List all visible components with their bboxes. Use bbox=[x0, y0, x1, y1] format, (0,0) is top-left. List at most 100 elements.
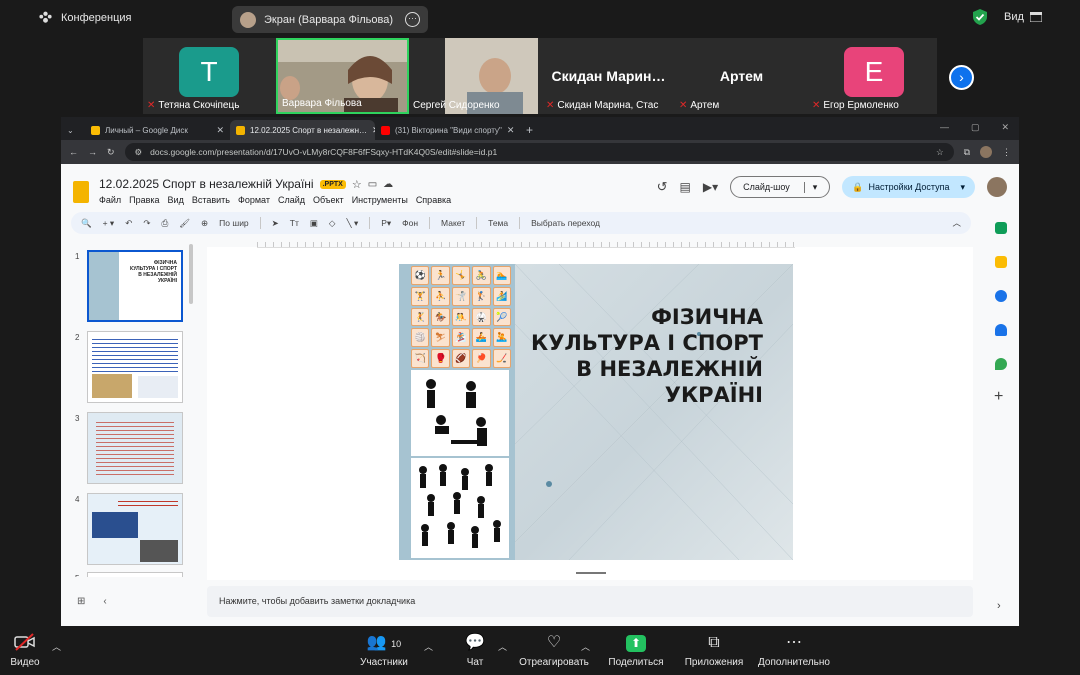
search-icon[interactable]: 🔍 bbox=[81, 218, 92, 229]
document-title[interactable]: 12.02.2025 Спорт в незалежній Україні bbox=[99, 177, 314, 191]
layout-button[interactable]: Макет bbox=[441, 218, 465, 228]
keep-icon[interactable] bbox=[995, 256, 1007, 268]
meeting-menu[interactable]: Конференция bbox=[38, 10, 131, 25]
apps-button[interactable]: ⧉ Приложения bbox=[682, 633, 746, 668]
menu-slide[interactable]: Слайд bbox=[278, 195, 305, 205]
notes-resize-handle[interactable] bbox=[576, 572, 606, 574]
menu-view[interactable]: Вид bbox=[168, 195, 184, 205]
tab-slides[interactable]: 12.02.2025 Спорт в незалежн…✕ bbox=[230, 120, 375, 140]
more-icon[interactable]: ··· bbox=[405, 12, 420, 27]
avatar[interactable] bbox=[987, 177, 1007, 197]
menu-format[interactable]: Формат bbox=[238, 195, 270, 205]
screen-share-indicator[interactable]: Экран (Варвара Фільова) ··· bbox=[232, 6, 428, 33]
text-box-icon[interactable]: Tт bbox=[290, 218, 299, 228]
select-cursor-icon[interactable]: ➤ bbox=[272, 218, 279, 229]
format-paint-icon[interactable]: P▾ bbox=[381, 218, 391, 229]
forward-icon[interactable]: → bbox=[88, 147, 97, 157]
chevron-up-icon[interactable]: ︿ bbox=[498, 640, 507, 653]
menu-tools[interactable]: Инструменты bbox=[352, 195, 408, 205]
share-screen-button[interactable]: ⬆ Поделиться bbox=[604, 633, 668, 668]
print-icon[interactable]: ⎙ bbox=[161, 218, 168, 229]
maximize-icon[interactable]: ▢ bbox=[971, 122, 980, 133]
current-slide[interactable]: ⚽ 🏃 🤸 🚴 🏊 🏋 ⛹ 🤺 🏌 🏄 🤾 🏇 🤼 🥋 🎾 🏐 ⛷ 🏂 🚣 🤽 🏹 🥊 🏈 🏓 🏒 bbox=[399, 264, 793, 560]
share-access-button[interactable]: 🔒 Настройки Доступа ▾ bbox=[842, 176, 975, 198]
close-window-icon[interactable]: ✕ bbox=[1001, 122, 1009, 133]
transition-button[interactable]: Выбрать переход bbox=[531, 218, 600, 228]
extensions-icon[interactable]: ⧉ bbox=[964, 147, 970, 158]
filmstrip-scrollbar[interactable] bbox=[189, 244, 193, 304]
grid-view-icon[interactable]: ⊞ bbox=[77, 596, 85, 607]
profile-icon[interactable] bbox=[980, 146, 992, 158]
redo-icon[interactable]: ↷ bbox=[143, 218, 150, 229]
speaker-notes-field[interactable]: Нажмите, чтобы добавить заметки докладчи… bbox=[207, 586, 973, 617]
shield-check-icon[interactable] bbox=[973, 9, 987, 25]
undo-icon[interactable]: ↶ bbox=[125, 218, 132, 229]
slides-logo-icon[interactable] bbox=[73, 181, 89, 203]
tab-search-icon[interactable]: ⌄ bbox=[61, 120, 85, 140]
chevron-up-icon[interactable]: ︿ bbox=[52, 640, 61, 653]
menu-object[interactable]: Объект bbox=[313, 195, 344, 205]
zoom-icon[interactable]: ⊕ bbox=[201, 218, 208, 229]
add-icon[interactable]: + ▾ bbox=[103, 218, 115, 229]
slide-thumbnail[interactable] bbox=[87, 412, 183, 484]
participant-tile[interactable]: T ✕ Тетяна Скочіпець bbox=[143, 38, 276, 114]
minimize-icon[interactable]: — bbox=[940, 122, 949, 133]
bookmark-star-icon[interactable]: ☆ bbox=[936, 147, 944, 158]
tab-google-drive[interactable]: Личный – Google Диск ✕ bbox=[85, 120, 230, 140]
next-page-icon[interactable]: › bbox=[949, 65, 974, 90]
menu-insert[interactable]: Вставить bbox=[192, 195, 230, 205]
chevron-down-icon[interactable]: ▾ bbox=[803, 181, 817, 193]
expand-panel-icon[interactable]: › bbox=[997, 600, 1001, 612]
zoom-select[interactable]: По шир bbox=[219, 218, 249, 228]
background-button[interactable]: Фон bbox=[402, 218, 418, 228]
slide-thumbnail[interactable] bbox=[87, 572, 183, 577]
star-icon[interactable]: ☆ bbox=[352, 178, 362, 191]
collapse-toolbar-icon[interactable]: ︿ bbox=[952, 217, 961, 229]
menu-icon[interactable]: ⋮ bbox=[1002, 147, 1011, 158]
participants-button[interactable]: 👥 10 Участники bbox=[356, 633, 412, 668]
more-button[interactable]: ⋯ Дополнительно bbox=[754, 633, 834, 668]
collapse-filmstrip-icon[interactable]: ‹ bbox=[103, 596, 106, 607]
close-icon[interactable]: ✕ bbox=[216, 125, 224, 136]
slide-title[interactable]: ФІЗИЧНА КУЛЬТУРА І СПОРТ В НЕЗАЛЕЖНІЙ УК… bbox=[531, 304, 763, 408]
theme-button[interactable]: Тема bbox=[488, 218, 508, 228]
tasks-icon[interactable] bbox=[995, 290, 1007, 302]
meet-icon[interactable]: ▶▾ bbox=[703, 180, 718, 194]
shape-icon[interactable]: ◇ bbox=[329, 218, 336, 229]
slide-thumbnail[interactable]: ФІЗИЧНА КУЛЬТУРА І СПОРТ В НЕЗАЛЕЖНІЙ УКРАЇ… bbox=[87, 250, 183, 322]
maps-icon[interactable] bbox=[995, 358, 1007, 370]
slide-thumbnail[interactable] bbox=[87, 331, 183, 403]
comments-icon[interactable]: ▤ bbox=[680, 180, 691, 194]
view-button[interactable]: Вид bbox=[1004, 11, 1042, 23]
menu-file[interactable]: Файл bbox=[99, 195, 121, 205]
contacts-icon[interactable] bbox=[995, 324, 1007, 336]
reload-icon[interactable]: ↻ bbox=[107, 147, 115, 158]
video-button[interactable]: Видео bbox=[10, 633, 40, 668]
history-icon[interactable]: ↺ bbox=[657, 179, 668, 195]
tab-youtube[interactable]: (31) Вікторина "Види спорту" ✕ bbox=[375, 120, 520, 140]
move-icon[interactable]: ▭ bbox=[368, 179, 377, 190]
back-icon[interactable]: ← bbox=[69, 147, 78, 157]
chevron-up-icon[interactable]: ︿ bbox=[424, 640, 433, 653]
new-tab-icon[interactable]: + bbox=[520, 120, 544, 140]
chevron-up-icon[interactable]: ︿ bbox=[581, 640, 590, 653]
paint-format-icon[interactable]: 🖌 bbox=[179, 218, 190, 229]
menu-help[interactable]: Справка bbox=[416, 195, 451, 205]
participant-tile[interactable]: Артем ✕ Артем bbox=[675, 38, 808, 114]
site-info-icon[interactable]: ⚙ bbox=[135, 147, 143, 158]
image-icon[interactable]: ▣ bbox=[310, 218, 318, 229]
slideshow-button[interactable]: Слайд-шоу ▾ bbox=[730, 176, 831, 198]
participant-tile[interactable]: Сергей Сидоренко bbox=[409, 38, 542, 114]
slide-thumbnail[interactable] bbox=[87, 493, 183, 565]
add-addon-icon[interactable]: + bbox=[994, 388, 1003, 406]
sheets-icon[interactable] bbox=[995, 222, 1007, 234]
menu-edit[interactable]: Правка bbox=[129, 195, 159, 205]
chevron-down-icon[interactable]: ▾ bbox=[960, 182, 965, 193]
url-input[interactable]: ⚙ docs.google.com/presentation/d/17UvO-v… bbox=[124, 143, 954, 161]
chat-button[interactable]: 💬 Чат bbox=[462, 633, 488, 668]
close-icon[interactable]: ✕ bbox=[507, 125, 515, 136]
participant-tile[interactable]: E ✕ Егор Ермоленко bbox=[808, 38, 941, 114]
participant-tile-active[interactable]: Варвара Фільова bbox=[276, 38, 409, 114]
participant-tile[interactable]: Скидан Марин… ✕ Скидан Марина, Стас bbox=[542, 38, 675, 114]
cloud-icon[interactable]: ☁ bbox=[383, 179, 393, 190]
